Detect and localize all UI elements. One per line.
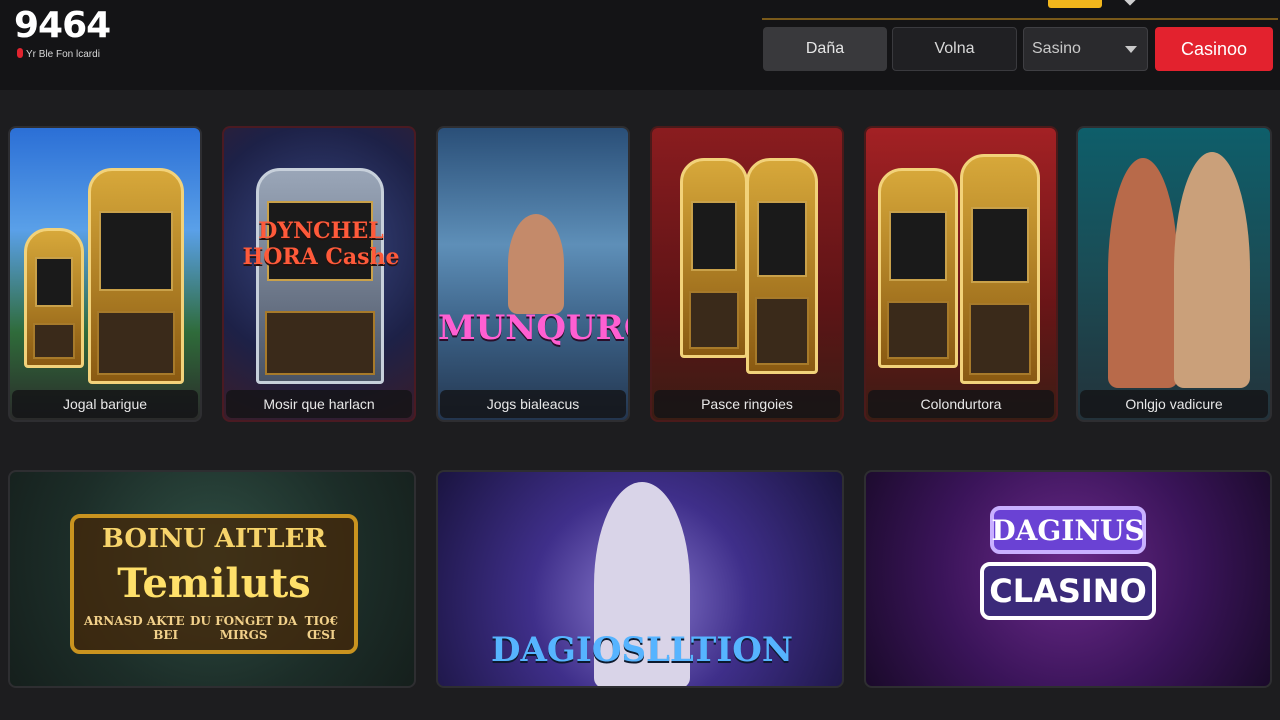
nav-button-2-label: Volna [934, 40, 975, 57]
slot-machine-image [878, 168, 958, 368]
game-banner-top: DAGINUS [990, 506, 1146, 554]
logo-number: 9464 [14, 5, 111, 46]
game-banner: DYNCHEL HORA Cashe [242, 218, 400, 270]
game-card-caption: Pasce ringoies [654, 390, 840, 418]
game-banner-main: CLASINO [980, 562, 1156, 620]
slot-machine-image [680, 158, 748, 358]
character-image [1174, 152, 1250, 388]
nav-button-2[interactable]: Volna [892, 27, 1017, 71]
chevron-down-icon [1125, 46, 1137, 53]
nav-button-1-label: Daña [805, 40, 845, 57]
header-divider [762, 18, 1278, 20]
game-banner-small: BOINU AITLER [101, 524, 327, 554]
game-card-caption: Jogs bialeacus [440, 390, 626, 418]
slot-machine-image [746, 158, 818, 374]
game-card-1[interactable]: Jogal barigue [8, 126, 202, 422]
character-image [1108, 158, 1178, 388]
game-card-caption: Onlgjo vadicure [1080, 390, 1268, 418]
game-card-caption: Jogal barigue [12, 390, 198, 418]
logo-tagline: Yr Ble Fon lcardi [14, 48, 124, 60]
game-card-caption: Mosir que harlacn [226, 390, 412, 418]
game-card-3[interactable]: MUNQURO Jogs bialeacus [436, 126, 630, 422]
game-card-6[interactable]: Onlgjo vadicure [1076, 126, 1272, 422]
nav-select[interactable]: Sasino [1023, 27, 1148, 71]
logo[interactable]: 9464 Yr Ble Fon lcardi [14, 6, 124, 66]
logo-tagline-text: Yr Ble Fon lcardi [26, 49, 100, 60]
game-card-5[interactable]: Colondurtora [864, 126, 1058, 422]
game-banner: DAGIOSLLTION [491, 630, 793, 670]
game-banner-footer-item: TIO€ ŒSI [304, 614, 338, 642]
logo-drop-icon [17, 48, 23, 58]
game-banner: MUNQURO [438, 308, 628, 348]
top-badge [1048, 0, 1102, 8]
nav-button-1[interactable]: Daña [763, 27, 887, 71]
slot-machine-image [960, 154, 1040, 384]
game-banner-footer-item: AKTE BEI [146, 614, 185, 642]
nav-select-value: Sasino [1032, 40, 1081, 57]
game-card-9[interactable]: DAGINUS CLASINO [864, 470, 1272, 688]
game-banner: BOINU AITLER Temiluts ARNASD AKTE BEI DU… [70, 514, 358, 654]
character-image [508, 214, 564, 314]
casino-button-label: Casinoo [1180, 38, 1248, 59]
game-card-caption: Colondurtora [868, 390, 1054, 418]
site-header: 9464 Yr Ble Fon lcardi Daña Volna Sasino… [0, 0, 1280, 90]
game-banner-main: Temiluts [117, 560, 311, 607]
slot-machine-image [24, 228, 84, 368]
top-strip [762, 0, 1280, 20]
game-card-4[interactable]: Pasce ringoies [650, 126, 844, 422]
game-card-8[interactable]: DAGIOSLLTION [436, 470, 844, 688]
game-card-7[interactable]: BOINU AITLER Temiluts ARNASD AKTE BEI DU… [8, 470, 416, 688]
slot-machine-image [256, 168, 384, 384]
game-banner-footer: ARNASD AKTE BEI DU FONGET DA MIRGS TIO€ … [84, 614, 344, 642]
game-banner-footer-item: ARNASD [84, 614, 143, 628]
casino-button[interactable]: Casinoo [1155, 27, 1273, 71]
game-banner-footer-item: DU FONGET DA MIRGS [190, 614, 298, 642]
game-card-2[interactable]: DYNCHEL HORA Cashe Mosir que harlacn [222, 126, 416, 422]
slot-machine-image [88, 168, 184, 384]
diamond-icon [1124, 0, 1136, 6]
